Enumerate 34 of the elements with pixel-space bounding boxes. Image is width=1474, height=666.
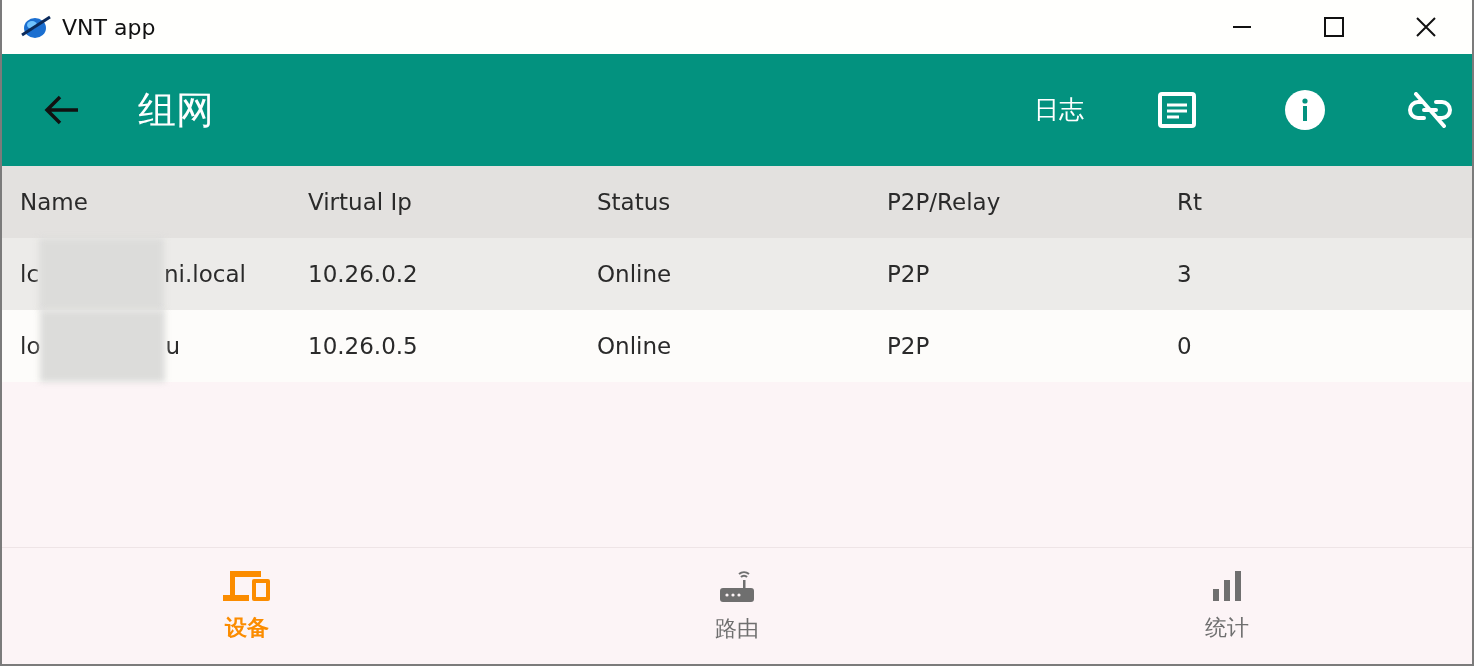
column-header: Name [20, 187, 89, 217]
table-cell-text: 10.26.0.2 [308, 259, 419, 289]
table-cell-text: P2P [887, 331, 931, 361]
nav-label: 设备 [225, 613, 269, 642]
log-button[interactable]: 日志 [1026, 87, 1092, 133]
table-cell-text: 3 [1177, 259, 1193, 289]
nav-tab[interactable]: 路由 [492, 548, 982, 664]
minimize-icon [1232, 26, 1252, 28]
table-cell-text: Online [597, 259, 673, 289]
table-cell-text: 10.26.0.5 [308, 331, 419, 361]
column-header: P2P/Relay [887, 187, 1002, 217]
name-end-text: u [165, 331, 181, 361]
nav-tab[interactable]: 统计 [982, 548, 1472, 664]
maximize-icon [1324, 17, 1344, 37]
nav-label: 路由 [715, 614, 759, 643]
column-header: Virtual Ip [308, 187, 413, 217]
page-title: 组网 [138, 86, 214, 134]
table-cell-text: P2P [887, 259, 931, 289]
info-icon [1284, 89, 1326, 131]
window-title: VNT app [62, 13, 156, 42]
nav-label: 统计 [1205, 613, 1249, 642]
name-start-text: lo [20, 331, 41, 361]
bar-chart-icon [1210, 568, 1244, 603]
app-logo-icon [20, 13, 52, 41]
table-cell-text: Online [597, 331, 673, 361]
devices-icon [221, 568, 273, 603]
table-cell-text: 0 [1177, 331, 1193, 361]
name-end-text: ni.local [164, 259, 246, 289]
link-off-icon [1408, 92, 1452, 128]
column-header: Rt [1177, 187, 1203, 217]
name-start-text: lc [20, 259, 40, 289]
column-header: Status [597, 187, 672, 217]
close-icon [1415, 16, 1437, 38]
document-icon [1158, 92, 1196, 128]
